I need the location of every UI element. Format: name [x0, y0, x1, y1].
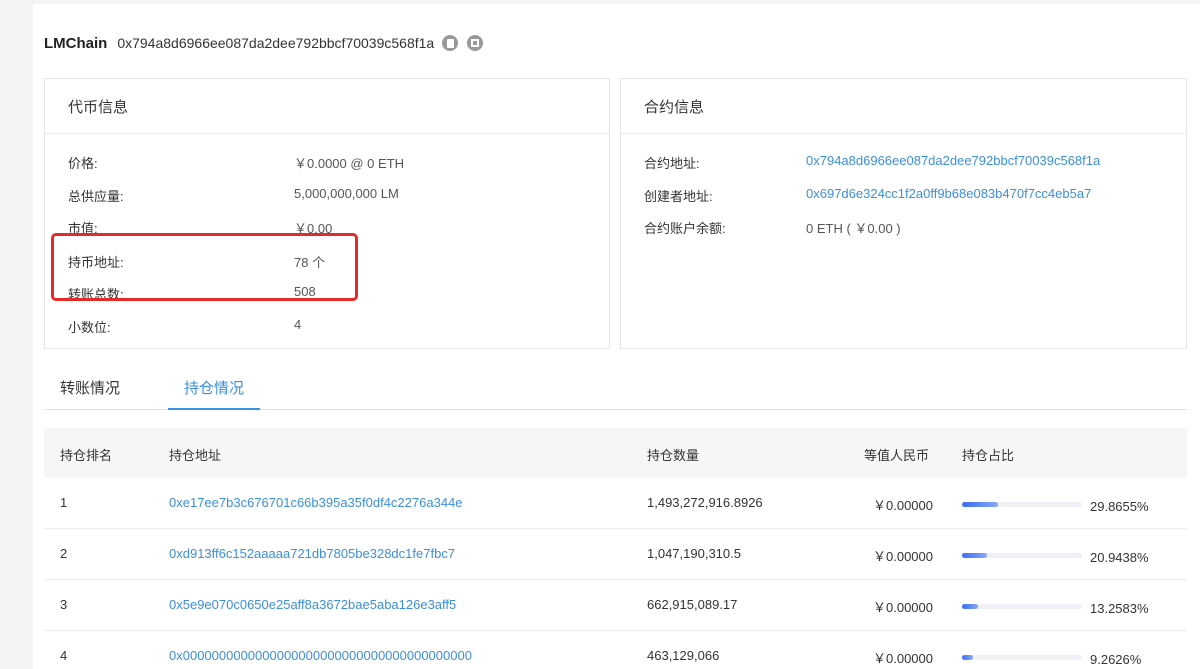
percent-bar-fill — [962, 502, 998, 507]
row-percent: 13.2583% — [1090, 601, 1149, 616]
row-amount: 1,493,272,916.8926 — [647, 495, 763, 510]
col-address: 持仓地址 — [169, 448, 222, 463]
contract-info-card: 合约信息 合约地址: 0x794a8d6966ee087da2dee792bbc… — [620, 78, 1187, 349]
token-name: LMChain — [44, 34, 108, 52]
price-value: ￥0.0000 @ 0 ETH — [294, 156, 405, 171]
percent-bar-fill — [962, 553, 988, 558]
contract-address-link[interactable]: 0x794a8d6966ee087da2dee792bbcf70039c568f… — [806, 153, 1100, 168]
decimals-label: 小数位: — [68, 320, 111, 335]
decimals-value: 4 — [294, 317, 302, 332]
tab-transfers[interactable]: 转账情况 — [60, 373, 120, 410]
row-amount: 463,129,066 — [647, 648, 720, 663]
token-address: 0x794a8d6966ee087da2dee792bbcf70039c568f… — [117, 35, 435, 51]
row-amount: 1,047,190,310.5 — [647, 546, 741, 561]
row-amount: 662,915,089.17 — [647, 597, 738, 612]
percent-bar — [962, 502, 1082, 507]
contract-balance-label: 合约账户余额: — [644, 221, 726, 236]
percent-bar-fill — [962, 604, 978, 609]
contract-balance-value: 0 ETH ( ￥0.00 ) — [806, 221, 901, 236]
percent-bar — [962, 604, 1082, 609]
token-info-title: 代币信息 — [45, 79, 609, 134]
row-rank: 1 — [60, 495, 68, 510]
table-row: 2 0xd913ff6c152aaaaa721db7805be328dc1fe7… — [44, 529, 1187, 580]
highlight-annotation-box — [51, 233, 358, 301]
percent-bar — [962, 655, 1082, 660]
copy-icon[interactable] — [442, 35, 459, 51]
percent-bar — [962, 553, 1082, 558]
row-cny: ￥0.00000 — [873, 549, 933, 564]
page-panel: LMChain 0x794a8d6966ee087da2dee792bbcf70… — [33, 4, 1200, 669]
token-title-bar: LMChain 0x794a8d6966ee087da2dee792bbcf70… — [44, 31, 492, 55]
row-rank: 4 — [60, 648, 68, 663]
col-amount: 持仓数量 — [647, 448, 700, 463]
row-cny: ￥0.00000 — [873, 651, 933, 666]
col-cny: 等值人民币 — [864, 448, 930, 463]
row-address-link[interactable]: 0xe17ee7b3c676701c66b395a35f0df4c2276a34… — [169, 495, 463, 510]
row-cny: ￥0.00000 — [873, 600, 933, 615]
price-label: 价格: — [68, 156, 98, 171]
contract-address-label: 合约地址: — [644, 156, 700, 171]
creator-address-link[interactable]: 0x697d6e324cc1f2a0ff9b68e083b470f7cc4eb5… — [806, 186, 1091, 201]
tab-bar: 转账情况 持仓情况 — [44, 373, 1187, 410]
supply-label: 总供应量: — [68, 189, 124, 204]
percent-bar-fill — [962, 655, 974, 660]
table-header: 持仓排名 持仓地址 持仓数量 等值人民币 持仓占比 — [44, 428, 1187, 478]
row-percent: 29.8655% — [1090, 499, 1149, 514]
contract-info-title: 合约信息 — [621, 79, 1186, 134]
holdings-table: 持仓排名 持仓地址 持仓数量 等值人民币 持仓占比 1 0xe17ee7b3c6… — [44, 428, 1187, 669]
row-cny: ￥0.00000 — [873, 498, 933, 513]
row-address-link[interactable]: 0x00000000000000000000000000000000000000… — [169, 648, 472, 663]
col-percent: 持仓占比 — [962, 448, 1015, 463]
row-address-link[interactable]: 0x5e9e070c0650e25aff8a3672bae5aba126e3af… — [169, 597, 456, 612]
row-rank: 2 — [60, 546, 68, 561]
token-info-card: 代币信息 价格: ￥0.0000 @ 0 ETH 总供应量: 5,000,000… — [44, 78, 610, 349]
table-row: 3 0x5e9e070c0650e25aff8a3672bae5aba126e3… — [44, 580, 1187, 631]
row-address-link[interactable]: 0xd913ff6c152aaaaa721db7805be328dc1fe7fb… — [169, 546, 455, 561]
tab-holdings[interactable]: 持仓情况 — [168, 373, 260, 410]
row-percent: 9.2626% — [1090, 652, 1142, 667]
qrcode-icon[interactable] — [467, 35, 484, 51]
row-percent: 20.9438% — [1090, 550, 1149, 565]
col-rank: 持仓排名 — [60, 448, 113, 463]
table-row: 1 0xe17ee7b3c676701c66b395a35f0df4c2276a… — [44, 478, 1187, 529]
table-row: 4 0x000000000000000000000000000000000000… — [44, 631, 1187, 669]
row-rank: 3 — [60, 597, 68, 612]
supply-value: 5,000,000,000 LM — [294, 186, 399, 201]
creator-address-label: 创建者地址: — [644, 189, 713, 204]
